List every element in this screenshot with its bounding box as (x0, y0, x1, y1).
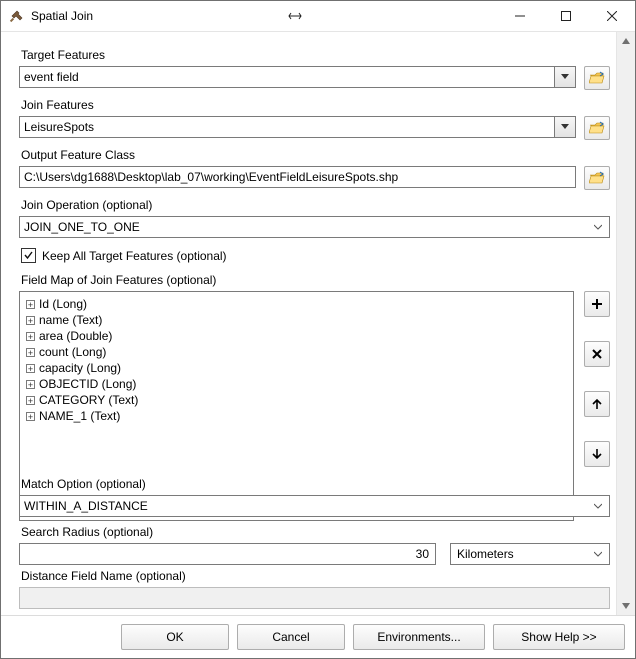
keep-all-label: Keep All Target Features (optional) (42, 249, 227, 263)
field-map-item-label: capacity (Long) (39, 361, 121, 375)
dialog-footer: OK Cancel Environments... Show Help >> (1, 615, 635, 658)
move-up-button[interactable] (584, 391, 610, 417)
chevron-down-icon (554, 117, 575, 137)
browse-join-button[interactable] (584, 116, 610, 140)
folder-open-icon (589, 71, 605, 85)
scroll-down-icon[interactable] (617, 597, 635, 615)
match-option-label: Match Option (optional) (21, 477, 610, 491)
field-map-side-buttons (584, 291, 610, 473)
expand-icon[interactable]: + (26, 396, 35, 405)
join-features-select[interactable]: LeisureSpots (19, 116, 576, 138)
titlebar: Spatial Join (1, 1, 635, 32)
expand-icon[interactable]: + (26, 364, 35, 373)
chevron-down-icon (591, 544, 605, 564)
search-radius-input[interactable] (19, 543, 436, 565)
match-option-combo[interactable]: WITHIN_A_DISTANCE (19, 495, 610, 517)
folder-open-icon (589, 171, 605, 185)
field-map-item-label: area (Double) (39, 329, 112, 343)
field-map-item[interactable]: + count (Long) (26, 344, 567, 360)
add-field-button[interactable] (584, 291, 610, 317)
expand-icon[interactable]: + (26, 300, 35, 309)
arrow-up-icon (591, 398, 603, 410)
field-map-item[interactable]: + OBJECTID (Long) (26, 376, 567, 392)
scroll-up-icon[interactable] (617, 32, 635, 50)
minimize-button[interactable] (497, 1, 543, 31)
join-op-label: Join Operation (optional) (21, 198, 610, 212)
move-down-button[interactable] (584, 441, 610, 467)
maximize-button[interactable] (543, 1, 589, 31)
chevron-down-icon (591, 496, 605, 516)
join-features-label: Join Features (21, 98, 610, 112)
window-title: Spatial Join (31, 9, 93, 23)
field-map-item-label: NAME_1 (Text) (39, 409, 120, 423)
target-features-value: event field (24, 70, 79, 84)
field-map-item-label: Id (Long) (39, 297, 87, 311)
environments-button[interactable]: Environments... (353, 624, 485, 650)
match-option-value: WITHIN_A_DISTANCE (24, 499, 148, 513)
field-map-item[interactable]: + name (Text) (26, 312, 567, 328)
chevron-down-icon (591, 217, 605, 237)
join-features-value: LeisureSpots (24, 120, 94, 134)
field-map-item[interactable]: + CATEGORY (Text) (26, 392, 567, 408)
expand-icon[interactable]: + (26, 348, 35, 357)
browse-target-button[interactable] (584, 66, 610, 90)
search-radius-unit-combo[interactable]: Kilometers (450, 543, 610, 565)
browse-output-button[interactable] (584, 166, 610, 190)
field-map-item-label: CATEGORY (Text) (39, 393, 138, 407)
expand-icon[interactable]: + (26, 412, 35, 421)
field-map-item-label: OBJECTID (Long) (39, 377, 136, 391)
expand-icon[interactable]: + (26, 316, 35, 325)
field-map-item-label: count (Long) (39, 345, 106, 359)
field-map-item[interactable]: + Id (Long) (26, 296, 567, 312)
field-map-item-label: name (Text) (39, 313, 102, 327)
x-icon (591, 348, 603, 360)
target-features-select[interactable]: event field (19, 66, 576, 88)
distance-field-input (19, 587, 610, 609)
ok-button[interactable]: OK (121, 624, 229, 650)
chevron-down-icon (554, 67, 575, 87)
keep-all-checkbox[interactable] (21, 248, 36, 263)
tool-icon (9, 8, 25, 24)
spatial-join-dialog: Spatial Join Target Features event field (0, 0, 636, 659)
vertical-scrollbar[interactable] (616, 32, 635, 615)
output-label: Output Feature Class (21, 148, 610, 162)
remove-field-button[interactable] (584, 341, 610, 367)
expand-icon[interactable]: + (26, 380, 35, 389)
join-op-combo[interactable]: JOIN_ONE_TO_ONE (19, 216, 610, 238)
distance-field-label: Distance Field Name (optional) (21, 569, 610, 583)
field-map-item[interactable]: + area (Double) (26, 328, 567, 344)
search-radius-label: Search Radius (optional) (21, 525, 610, 539)
folder-open-icon (589, 121, 605, 135)
target-features-label: Target Features (21, 48, 610, 62)
plus-icon (591, 298, 603, 310)
dialog-body: Target Features event field Join Feature… (1, 32, 616, 615)
join-op-value: JOIN_ONE_TO_ONE (24, 220, 140, 234)
field-map-label: Field Map of Join Features (optional) (21, 273, 610, 287)
search-radius-unit-value: Kilometers (457, 547, 514, 561)
field-map-item[interactable]: + NAME_1 (Text) (26, 408, 567, 424)
resize-handle-icon[interactable] (272, 1, 318, 31)
close-button[interactable] (589, 1, 635, 31)
show-help-button[interactable]: Show Help >> (493, 624, 625, 650)
output-path-input[interactable] (19, 166, 576, 188)
cancel-button[interactable]: Cancel (237, 624, 345, 650)
expand-icon[interactable]: + (26, 332, 35, 341)
arrow-down-icon (591, 448, 603, 460)
field-map-item[interactable]: + capacity (Long) (26, 360, 567, 376)
